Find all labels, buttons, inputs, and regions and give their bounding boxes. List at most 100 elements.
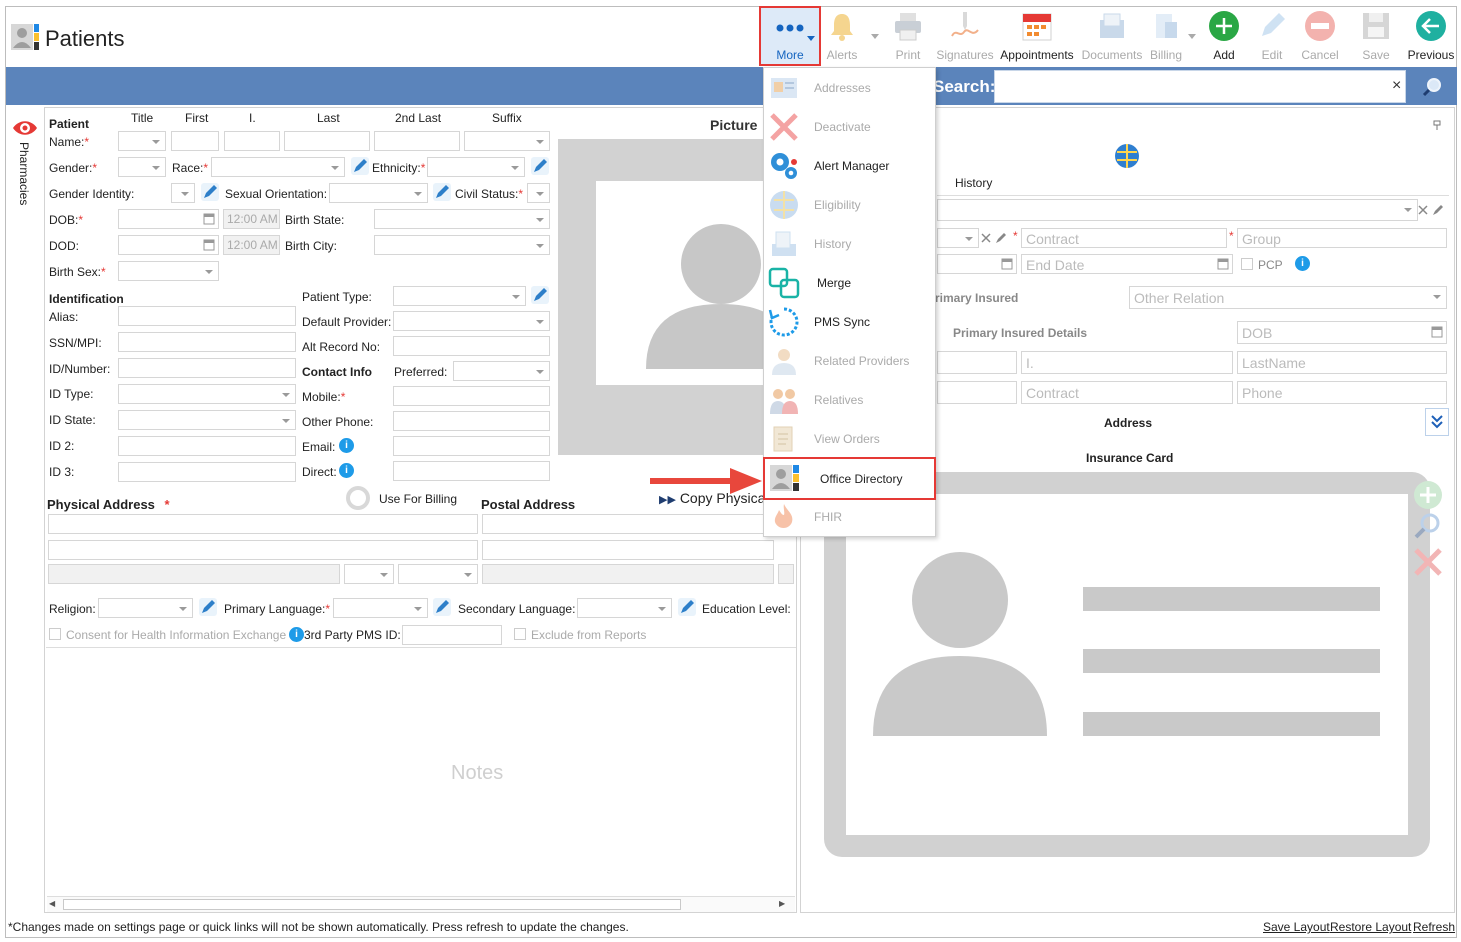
search-button[interactable] — [1408, 70, 1456, 103]
birth-sex-select[interactable] — [118, 261, 219, 281]
menu-item-related-providers[interactable]: Related Providers — [764, 342, 935, 381]
race-select[interactable] — [211, 157, 345, 177]
end-date-input[interactable]: End Date — [1021, 254, 1233, 274]
exclude-reports-checkbox[interactable] — [514, 628, 526, 640]
search-clear-button[interactable]: × — [1392, 77, 1401, 95]
pin-icon[interactable] — [1432, 120, 1442, 130]
ssn-input[interactable] — [118, 332, 296, 352]
menu-item-addresses[interactable]: Addresses — [764, 69, 935, 108]
postal-address-line2[interactable] — [482, 540, 774, 560]
save-button[interactable]: Save — [1356, 6, 1396, 66]
insurance-company-select[interactable] — [937, 199, 1418, 221]
patient-picture[interactable] — [558, 139, 796, 455]
menu-item-merge[interactable]: Merge — [764, 264, 935, 303]
scrollbar-thumb[interactable] — [63, 899, 681, 910]
id-state-select[interactable] — [118, 410, 296, 430]
billing-button[interactable]: Billing — [1146, 6, 1186, 66]
direct-input[interactable] — [393, 461, 550, 481]
dob-input[interactable] — [118, 209, 219, 229]
dod-time-input[interactable]: 12:00 AM — [223, 235, 280, 255]
save-layout-link[interactable]: Save Layout — [1263, 920, 1330, 934]
physical-address-line1[interactable] — [48, 514, 478, 534]
contract-input[interactable]: Contract — [1021, 228, 1227, 248]
default-provider-select[interactable] — [393, 311, 550, 331]
sexual-orientation-select[interactable] — [329, 183, 428, 203]
insured-extra-input[interactable] — [937, 381, 1017, 404]
pencil-icon[interactable] — [995, 232, 1007, 244]
use-for-billing-toggle[interactable] — [346, 486, 370, 510]
middle-initial-input[interactable] — [224, 131, 280, 151]
alerts-button[interactable]: Alerts — [822, 6, 862, 66]
add-button[interactable]: Add — [1204, 6, 1244, 66]
postal-address-line1[interactable] — [482, 514, 774, 534]
civil-status-select[interactable] — [527, 183, 550, 203]
second-last-name-input[interactable] — [374, 131, 460, 151]
mobile-input[interactable] — [393, 386, 550, 406]
tab-history[interactable]: History — [955, 176, 992, 190]
email-input[interactable] — [393, 436, 550, 456]
gender-identity-edit-pencil-icon[interactable] — [201, 183, 219, 201]
dob-time-input[interactable]: 12:00 AM — [223, 209, 280, 229]
id2-input[interactable] — [118, 436, 296, 456]
physical-address-line2[interactable] — [48, 540, 478, 560]
last-name-input[interactable] — [284, 131, 370, 151]
id-type-select[interactable] — [118, 384, 296, 404]
sexual-orientation-edit-pencil-icon[interactable] — [433, 183, 451, 201]
expand-address-button[interactable] — [1425, 408, 1449, 436]
other-phone-input[interactable] — [393, 411, 550, 431]
gender-select[interactable] — [118, 157, 166, 177]
postal-state-input[interactable] — [778, 564, 794, 584]
birth-state-select[interactable] — [374, 209, 550, 229]
insured-contract-input[interactable]: Contract — [1021, 381, 1233, 404]
insured-lastname-input[interactable]: LastName — [1237, 351, 1447, 374]
id3-input[interactable] — [118, 462, 296, 482]
patient-type-select[interactable] — [393, 286, 526, 306]
start-date-input[interactable] — [937, 254, 1017, 274]
birth-city-select[interactable] — [374, 235, 550, 255]
zoom-card-icon[interactable] — [1413, 512, 1443, 542]
email-info-icon[interactable]: i — [339, 438, 354, 453]
patient-type-edit-pencil-icon[interactable] — [531, 286, 549, 304]
menu-item-pms-sync[interactable]: PMS Sync — [764, 303, 935, 342]
menu-item-alert-manager[interactable]: Alert Manager — [764, 147, 935, 186]
secondary-language-edit-pencil-icon[interactable] — [678, 598, 696, 616]
menu-item-fhir[interactable]: FHIR — [764, 498, 935, 537]
menu-item-relatives[interactable]: Relatives — [764, 381, 935, 420]
clear-x-icon[interactable] — [1418, 205, 1428, 215]
alt-record-input[interactable] — [393, 336, 550, 356]
race-edit-pencil-icon[interactable] — [351, 157, 369, 175]
more-button[interactable]: More — [759, 6, 821, 66]
first-name-input[interactable] — [171, 131, 219, 151]
search-input[interactable] — [994, 70, 1406, 103]
horizontal-scrollbar[interactable]: ◀ ▶ — [47, 896, 795, 912]
edit-button[interactable]: Edit — [1252, 6, 1292, 66]
dod-input[interactable] — [118, 235, 219, 255]
physical-state-select[interactable] — [344, 564, 394, 584]
menu-item-deactivate[interactable]: Deactivate — [764, 108, 935, 147]
preferred-select[interactable] — [453, 361, 550, 381]
insured-first-input[interactable] — [937, 351, 1017, 374]
consent-info-icon[interactable]: i — [289, 627, 304, 642]
alias-input[interactable] — [118, 306, 296, 326]
print-button[interactable]: Print — [888, 6, 928, 66]
ethnicity-edit-pencil-icon[interactable] — [531, 157, 549, 175]
plan-select[interactable] — [937, 228, 979, 248]
scroll-right-arrow[interactable]: ▶ — [779, 899, 791, 911]
third-party-pms-input[interactable] — [402, 625, 502, 645]
primary-language-select[interactable] — [333, 598, 428, 618]
pcp-checkbox[interactable] — [1241, 258, 1253, 270]
pcp-info-icon[interactable]: i — [1295, 256, 1310, 271]
cancel-button[interactable]: Cancel — [1298, 6, 1342, 66]
consent-checkbox[interactable] — [49, 628, 61, 640]
pharmacies-tab[interactable]: Pharmacies — [10, 116, 40, 226]
insurance-globe-icon[interactable] — [1114, 143, 1140, 169]
previous-button[interactable]: Previous — [1406, 6, 1456, 66]
religion-select[interactable] — [98, 598, 193, 618]
menu-item-view-orders[interactable]: View Orders — [764, 420, 935, 459]
ethnicity-select[interactable] — [427, 157, 525, 177]
notes-area[interactable] — [46, 647, 796, 896]
menu-item-office-directory[interactable]: Office Directory — [763, 457, 936, 500]
insured-phone-input[interactable]: Phone — [1237, 381, 1447, 404]
menu-item-history[interactable]: History — [764, 225, 935, 264]
suffix-select[interactable] — [464, 131, 550, 151]
